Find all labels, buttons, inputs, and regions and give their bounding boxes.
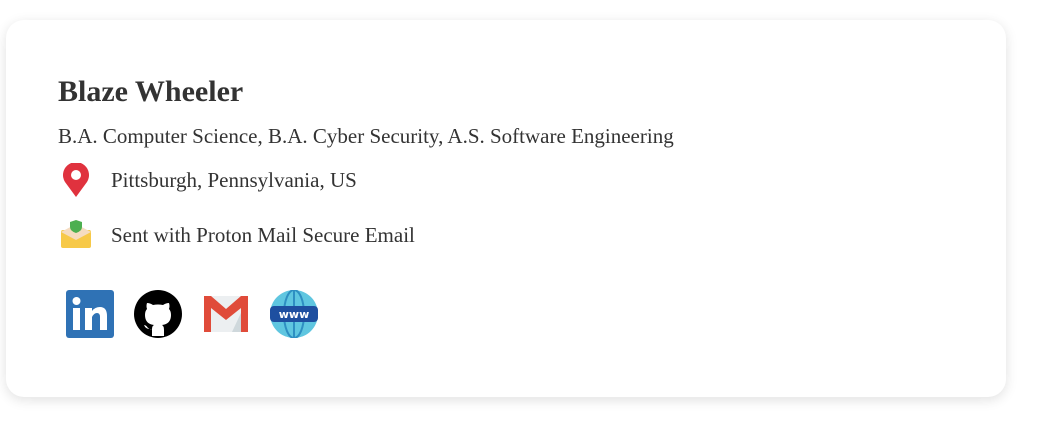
location-pin-icon — [63, 163, 89, 197]
linkedin-icon — [66, 290, 114, 338]
website-icon: www — [270, 289, 318, 339]
github-icon — [134, 290, 182, 338]
person-name: Blaze Wheeler — [58, 75, 244, 108]
svg-text:www: www — [279, 308, 310, 321]
location-text: Pittsburgh, Pennsylvania, US — [111, 167, 357, 192]
location-row: Pittsburgh, Pennsylvania, US — [61, 163, 357, 197]
degrees: B.A. Computer Science, B.A. Cyber Securi… — [58, 124, 674, 148]
mail-note: Sent with Proton Mail Secure Email — [111, 222, 415, 247]
website-link[interactable]: www — [270, 289, 318, 339]
linkedin-link[interactable] — [66, 290, 114, 338]
secure-mail-icon — [61, 220, 91, 248]
gmail-link[interactable] — [202, 290, 250, 338]
gmail-icon — [204, 296, 248, 332]
github-link[interactable] — [134, 290, 182, 338]
signature-card: Blaze Wheeler B.A. Computer Science, B.A… — [6, 20, 1006, 397]
social-links: www — [66, 289, 318, 339]
mail-row: Sent with Proton Mail Secure Email — [61, 218, 415, 252]
